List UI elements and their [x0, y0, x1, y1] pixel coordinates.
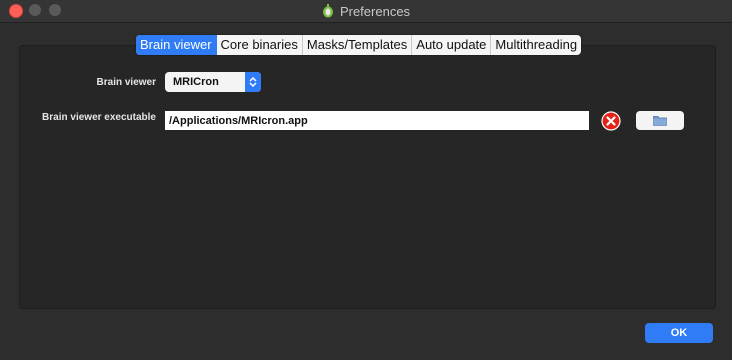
- executable-path-field[interactable]: [165, 111, 589, 130]
- clear-path-button[interactable]: [601, 111, 621, 131]
- app-icon: [322, 4, 333, 18]
- browse-button[interactable]: [636, 111, 684, 130]
- tab-brain-viewer[interactable]: Brain viewer: [136, 35, 217, 55]
- tab-core-binaries[interactable]: Core binaries: [217, 35, 303, 55]
- tab-bar: Brain viewer Core binaries Masks/Templat…: [136, 35, 582, 55]
- title-wrap: Preferences: [0, 0, 732, 22]
- tab-auto-update[interactable]: Auto update: [412, 35, 492, 55]
- tab-multithreading[interactable]: Multithreading: [491, 35, 581, 55]
- preferences-window: Preferences Brain viewer Core binaries M…: [0, 0, 732, 360]
- clear-icon: [601, 111, 621, 131]
- executable-label: Brain viewer executable: [42, 112, 156, 123]
- title-bar: Preferences: [0, 0, 732, 23]
- brain-viewer-selected-value: MRICron: [173, 76, 219, 88]
- ok-button[interactable]: OK: [645, 323, 713, 343]
- brain-viewer-label: Brain viewer: [96, 77, 156, 88]
- brain-viewer-select[interactable]: MRICron: [165, 72, 261, 92]
- up-down-chevron-icon[interactable]: [245, 72, 261, 92]
- folder-icon: [653, 116, 667, 126]
- tab-masks-templates[interactable]: Masks/Templates: [303, 35, 413, 55]
- window-title: Preferences: [339, 3, 411, 19]
